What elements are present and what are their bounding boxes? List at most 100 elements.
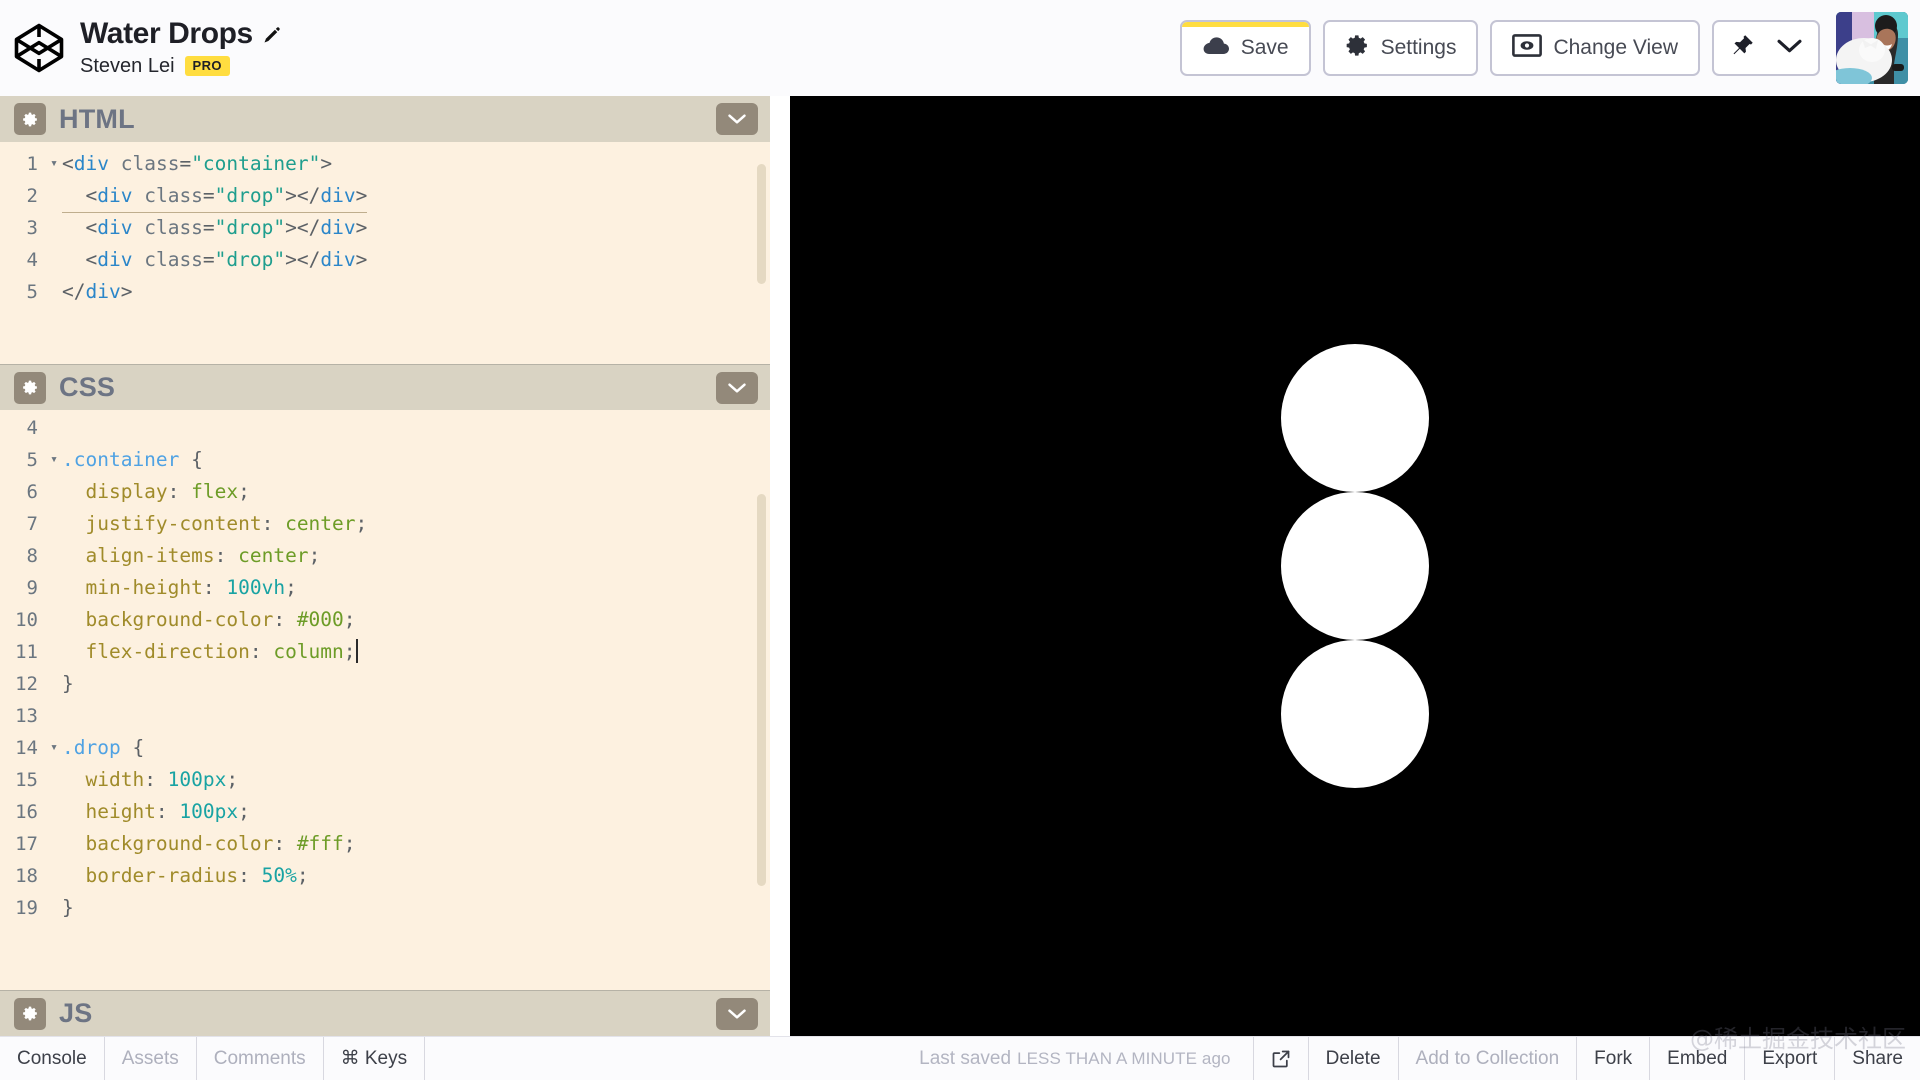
code-text: height: 100px; (62, 800, 250, 823)
code-text: </div> (62, 280, 133, 303)
code-text: .drop { (62, 736, 145, 759)
pin-dropdown-button[interactable] (1712, 20, 1820, 76)
bottom-tab-assets[interactable]: Assets (105, 1037, 197, 1080)
code-line[interactable]: 6 display: flex; (0, 476, 770, 508)
scrollbar-html[interactable] (757, 164, 766, 284)
bottom-action-delete[interactable]: Delete (1307, 1037, 1398, 1080)
line-number: 14 (15, 737, 38, 759)
collapse-panel-html-button[interactable] (716, 103, 758, 135)
line-number: 3 (26, 217, 38, 239)
code-text: justify-content: center; (62, 512, 368, 535)
code-text: <div class="drop"></div> (62, 180, 770, 213)
bottom-action-fork[interactable]: Fork (1576, 1037, 1649, 1080)
code-text: <div class="drop"></div> (62, 216, 368, 239)
code-area-css[interactable]: 4 5 ▾ .container {6 display: flex; 7 justify… (0, 410, 770, 990)
brand-text: Water Drops Steven Lei PRO (80, 18, 282, 78)
code-line[interactable]: 4 <div class="drop"></div> (0, 244, 770, 276)
code-text: } (62, 896, 74, 919)
code-line[interactable]: 5 ▾ .container { (0, 444, 770, 476)
code-line[interactable]: 4 (0, 412, 770, 444)
text-cursor (355, 639, 358, 663)
code-line[interactable]: 9 min-height: 100vh; (0, 572, 770, 604)
author-name[interactable]: Steven Lei (80, 55, 175, 78)
fold-toggle-icon[interactable]: ▾ (46, 148, 62, 180)
code-text: align-items: center; (62, 544, 321, 567)
code-line[interactable]: 7 justify-content: center; (0, 508, 770, 540)
fold-toggle-icon[interactable]: ▾ (46, 732, 62, 764)
code-line[interactable]: 19} (0, 892, 770, 924)
gear-icon[interactable] (14, 997, 46, 1030)
line-number: 2 (26, 185, 38, 207)
code-line[interactable]: 14 ▾ .drop { (0, 732, 770, 764)
line-number: 16 (15, 801, 38, 823)
line-number: 17 (15, 833, 38, 855)
code-line[interactable]: 16 height: 100px; (0, 796, 770, 828)
fold-toggle-icon[interactable]: ▾ (46, 444, 62, 476)
gear-icon[interactable] (14, 371, 46, 404)
code-line[interactable]: 5 </div> (0, 276, 770, 308)
panel-header-js[interactable]: JS (0, 990, 770, 1036)
code-area-html[interactable]: 1 ▾ <div class="container"> 2 <div class="d… (0, 142, 770, 364)
bottom-action-embed[interactable]: Embed (1649, 1037, 1744, 1080)
open-external-button[interactable] (1252, 1037, 1308, 1080)
pen-title-row: Water Drops (80, 18, 282, 50)
editor-panel-css: CSS 4 5 ▾ .container {6 display: flex; 7 jus… (0, 364, 770, 990)
code-line[interactable]: 3 <div class="drop"></div> (0, 212, 770, 244)
code-text: <div class="container"> (62, 152, 333, 175)
codepen-logo-icon[interactable] (8, 17, 70, 79)
line-number: 19 (15, 897, 38, 919)
code-text: .container { (62, 448, 203, 471)
code-text: width: 100px; (62, 768, 239, 791)
code-line[interactable]: 8 align-items: center; (0, 540, 770, 572)
bottom-tab-console[interactable]: Console (0, 1037, 105, 1080)
change-view-button[interactable]: Change View (1490, 20, 1700, 76)
collapse-panel-css-button[interactable] (716, 371, 758, 404)
save-button-label: Save (1240, 36, 1289, 59)
editor-panel-html: HTML 1 ▾ <div class="container"> 2 <div cla… (0, 96, 770, 364)
bottom-action-share[interactable]: Share (1834, 1037, 1920, 1080)
save-button[interactable]: Save (1179, 20, 1311, 76)
preview-pane[interactable] (790, 96, 1920, 1036)
code-line[interactable]: 1 ▾ <div class="container"> (0, 148, 770, 180)
cloud-icon (1202, 35, 1230, 61)
panel-header-html[interactable]: HTML (0, 96, 770, 142)
code-line[interactable]: 2 <div class="drop"></div> (0, 180, 770, 213)
code-line[interactable]: 12} (0, 668, 770, 700)
editor-panel-js: JS (0, 990, 770, 1036)
water-drop (1281, 344, 1429, 492)
panel-header-css[interactable]: CSS (0, 364, 770, 410)
pencil-edit-icon[interactable] (262, 25, 282, 45)
change-view-button-label: Change View (1553, 36, 1678, 59)
scrollbar-css[interactable] (757, 494, 766, 886)
gear-icon[interactable] (14, 103, 46, 135)
line-number: 4 (26, 249, 38, 271)
line-number: 9 (26, 577, 38, 599)
author-row: Steven Lei PRO (80, 55, 282, 78)
code-line[interactable]: 18 border-radius: 50%; (0, 860, 770, 892)
water-drop (1281, 492, 1429, 640)
header-actions: Save Settings Change View (1179, 12, 1920, 84)
pin-icon (1730, 33, 1755, 64)
bottom-action-add-to-collection[interactable]: Add to Collection (1397, 1037, 1577, 1080)
code-line[interactable]: 15 width: 100px; (0, 764, 770, 796)
code-line[interactable]: 11 flex-direction: column; (0, 636, 770, 668)
bottom-action-export[interactable]: Export (1744, 1037, 1834, 1080)
code-line[interactable]: 17 background-color: #fff; (0, 828, 770, 860)
bottom-toolbar-right: Last saved LESS THAN A MINUTE ago Delete… (897, 1037, 1920, 1080)
line-number: 11 (15, 641, 38, 663)
avatar[interactable] (1836, 12, 1908, 84)
bottom-tab-comments[interactable]: Comments (197, 1037, 324, 1080)
line-number: 5 (26, 281, 38, 303)
panel-title-js: JS (59, 998, 93, 1028)
settings-button[interactable]: Settings (1322, 20, 1479, 76)
code-line[interactable]: 10 background-color: #000; (0, 604, 770, 636)
water-drop (1281, 640, 1429, 788)
code-text: background-color: #fff; (62, 832, 356, 855)
last-saved-prefix: Last saved (919, 1047, 1012, 1069)
page-title: Water Drops (80, 17, 253, 51)
editor-column: HTML 1 ▾ <div class="container"> 2 <div cla… (0, 96, 770, 1036)
code-line[interactable]: 13 (0, 700, 770, 732)
collapse-panel-js-button[interactable] (716, 997, 758, 1030)
bottom-tab-keys[interactable]: ⌘ Keys (324, 1037, 426, 1080)
settings-button-label: Settings (1380, 36, 1457, 59)
